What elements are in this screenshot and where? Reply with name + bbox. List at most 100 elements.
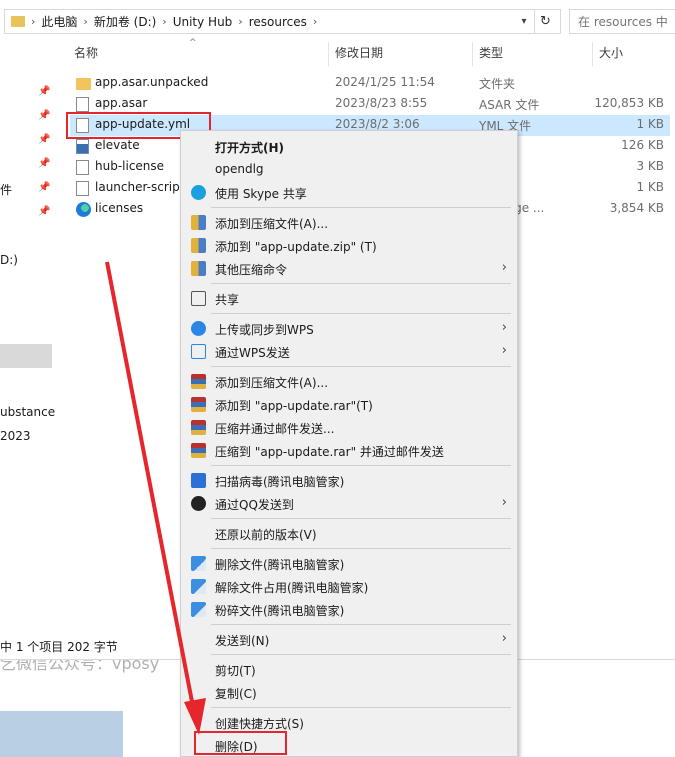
breadcrumb-drive-d[interactable]: 新加卷 (D:) (94, 13, 156, 30)
chevron-right-icon: › (238, 15, 243, 28)
column-header-name[interactable]: 名称 (74, 42, 98, 66)
chevron-right-icon: › (501, 495, 507, 510)
column-divider[interactable] (592, 42, 593, 66)
menu-item-wps-upload[interactable]: 上传或同步到WPS › (181, 317, 517, 340)
chevron-right-icon: › (501, 320, 507, 335)
chevron-right-icon: › (83, 15, 88, 28)
pin-icon[interactable]: 📌 (38, 134, 50, 145)
menu-separator (211, 465, 511, 466)
file-row[interactable]: app.asar.unpacked 2024/1/25 11:54 文件夹 (70, 73, 670, 94)
menu-item-open-with[interactable]: 打开方式(H) (181, 135, 517, 158)
nav-item[interactable]: D:) (0, 253, 18, 267)
winrar-icon (191, 374, 206, 389)
breadcrumb-unity-hub[interactable]: Unity Hub (173, 15, 233, 29)
menu-item-label: 上传或同步到WPS (215, 323, 314, 337)
menu-item-tencent-delete[interactable]: 删除文件(腾讯电脑管家) (181, 552, 517, 575)
menu-item-wps-send[interactable]: 通过WPS发送 › (181, 340, 517, 363)
breadcrumb-resources[interactable]: resources (249, 15, 307, 29)
menu-item-label: 使用 Skype 共享 (215, 187, 307, 201)
menu-item-rar-add-archive[interactable]: 添加到压缩文件(A)... (181, 370, 517, 393)
breadcrumb-this-pc[interactable]: 此电脑 (41, 13, 77, 30)
file-name: licenses (95, 201, 144, 215)
pin-icon[interactable]: 📌 (38, 182, 50, 193)
menu-item-opendlg[interactable]: opendlg (181, 158, 517, 181)
file-size: 3 KB (636, 159, 664, 173)
chevron-right-icon: › (312, 15, 318, 28)
column-header-date[interactable]: 修改日期 (335, 42, 383, 66)
zip-icon (191, 238, 206, 253)
menu-item-skype-share[interactable]: 使用 Skype 共享 (181, 181, 517, 204)
menu-item-label: 共享 (215, 293, 240, 307)
nav-item[interactable]: 件 (0, 181, 12, 198)
file-date: 2023/8/23 8:55 (335, 96, 428, 110)
menu-item-rar-add[interactable]: 添加到 "app-update.rar"(T) (181, 393, 517, 416)
column-header-type[interactable]: 类型 (479, 42, 503, 66)
pin-icon[interactable]: 📌 (38, 86, 50, 97)
menu-item-tencent-shred[interactable]: 粉碎文件(腾讯电脑管家) (181, 598, 517, 621)
menu-item-label: 创建快捷方式(S) (215, 717, 304, 731)
search-box[interactable] (569, 9, 675, 34)
chevron-down-icon[interactable]: ▾ (514, 16, 534, 27)
exe-icon (76, 139, 89, 154)
menu-item-scan-virus[interactable]: 扫描病毒(腾讯电脑管家) (181, 469, 517, 492)
nav-selected-item[interactable] (0, 344, 52, 368)
background-block (0, 711, 123, 757)
winrar-icon (191, 443, 206, 458)
address-bar[interactable]: › 此电脑 › 新加卷 (D:) › Unity Hub › resources… (4, 9, 561, 34)
menu-separator (211, 313, 511, 314)
column-header-size[interactable]: 大小 (599, 42, 623, 66)
winrar-icon (191, 397, 206, 412)
menu-item-add-archive[interactable]: 添加到压缩文件(A)... (181, 211, 517, 234)
menu-item-label: 复制(C) (215, 687, 257, 701)
menu-item-rar-email-named[interactable]: 压缩到 "app-update.rar" 并通过邮件发送 (181, 439, 517, 462)
menu-item-copy[interactable]: 复制(C) (181, 681, 517, 704)
menu-item-other-compress[interactable]: 其他压缩命令 › (181, 257, 517, 280)
context-menu: 打开方式(H) opendlg 使用 Skype 共享 添加到压缩文件(A)..… (180, 130, 518, 757)
column-divider[interactable] (328, 42, 329, 66)
menu-item-qq-send[interactable]: 通过QQ发送到 › (181, 492, 517, 515)
file-size: 3,854 KB (609, 201, 664, 215)
sort-caret-icon: ^ (189, 38, 197, 48)
column-divider[interactable] (472, 42, 473, 66)
chevron-right-icon: › (162, 15, 167, 28)
nav-item[interactable]: 2023 (0, 429, 31, 443)
chevron-right-icon: › (501, 631, 507, 646)
menu-item-label: 压缩并通过邮件发送... (215, 422, 335, 436)
pin-icon[interactable]: 📌 (38, 158, 50, 169)
menu-item-tencent-unlock[interactable]: 解除文件占用(腾讯电脑管家) (181, 575, 517, 598)
folder-icon (11, 16, 25, 27)
menu-separator (211, 624, 511, 625)
navigation-pane: 📌 📌 📌 📌 📌 📌 件 D:) ubstance 2023 (0, 42, 56, 637)
menu-separator (211, 518, 511, 519)
menu-item-cut[interactable]: 剪切(T) (181, 658, 517, 681)
chevron-right-icon: › (501, 260, 507, 275)
pin-icon[interactable]: 📌 (38, 206, 50, 217)
file-size: 120,853 KB (594, 96, 664, 110)
address-row: › 此电脑 › 新加卷 (D:) › Unity Hub › resources… (0, 0, 675, 42)
menu-item-label: 通过QQ发送到 (215, 498, 294, 512)
menu-separator (211, 207, 511, 208)
folder-icon (76, 78, 91, 90)
search-input[interactable] (578, 14, 668, 29)
menu-item-rar-email[interactable]: 压缩并通过邮件发送... (181, 416, 517, 439)
menu-item-share[interactable]: 共享 (181, 287, 517, 310)
menu-item-restore-previous[interactable]: 还原以前的版本(V) (181, 522, 517, 545)
pin-icon[interactable]: 📌 (38, 110, 50, 121)
chevron-right-icon: › (31, 15, 36, 28)
share-icon (191, 291, 206, 306)
file-type: 文件夹 (479, 77, 516, 91)
menu-item-label: 添加到压缩文件(A)... (215, 217, 329, 231)
menu-separator (211, 366, 511, 367)
menu-item-add-zip[interactable]: 添加到 "app-update.zip" (T) (181, 234, 517, 257)
refresh-icon[interactable]: ↻ (534, 10, 556, 33)
menu-item-label: 解除文件占用(腾讯电脑管家) (215, 581, 369, 595)
status-bar: 中 1 个项目 202 字节 (0, 640, 118, 654)
menu-item-label: 其他压缩命令 (215, 263, 288, 277)
menu-item-send-to[interactable]: 发送到(N) › (181, 628, 517, 651)
file-name: app.asar.unpacked (95, 75, 209, 89)
skype-icon (191, 185, 206, 200)
menu-item-label: 打开方式(H) (215, 141, 285, 155)
file-size: 1 KB (636, 180, 664, 194)
nav-item[interactable]: ubstance (0, 405, 55, 419)
file-name: elevate (95, 138, 140, 152)
